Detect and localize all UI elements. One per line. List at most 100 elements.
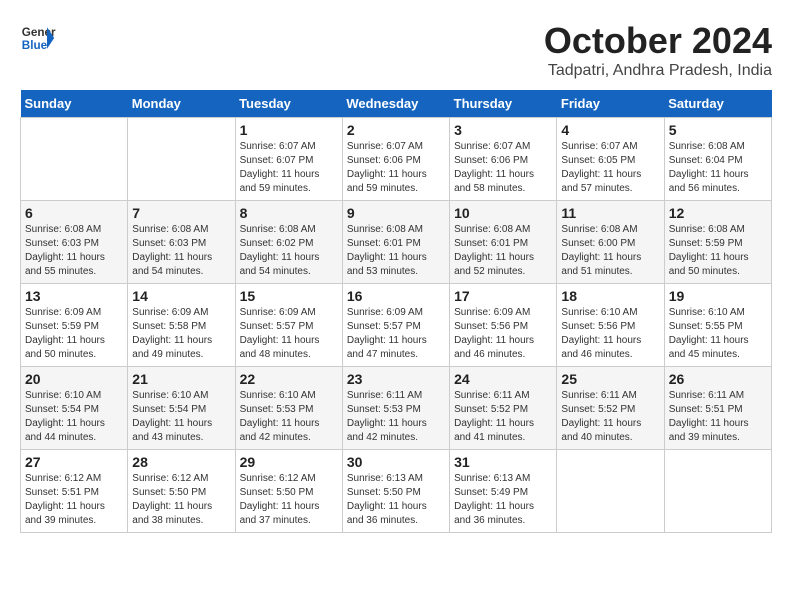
day-number: 15: [240, 288, 338, 304]
logo: General Blue: [20, 20, 56, 56]
calendar-day-cell: 16 Sunrise: 6:09 AM Sunset: 5:57 PM Dayli…: [342, 284, 449, 367]
day-info: Sunrise: 6:08 AM Sunset: 6:00 PM Dayligh…: [561, 223, 659, 279]
day-number: 13: [25, 288, 123, 304]
day-info: Sunrise: 6:08 AM Sunset: 6:01 PM Dayligh…: [347, 223, 445, 279]
calendar-day-cell: 31 Sunrise: 6:13 AM Sunset: 5:49 PM Dayli…: [450, 450, 557, 533]
calendar-day-cell: 29 Sunrise: 6:12 AM Sunset: 5:50 PM Dayli…: [235, 450, 342, 533]
calendar-day-cell: 22 Sunrise: 6:10 AM Sunset: 5:53 PM Dayli…: [235, 367, 342, 450]
day-info: Sunrise: 6:10 AM Sunset: 5:53 PM Dayligh…: [240, 389, 338, 445]
day-number: 8: [240, 205, 338, 221]
day-number: 22: [240, 371, 338, 387]
day-info: Sunrise: 6:13 AM Sunset: 5:50 PM Dayligh…: [347, 472, 445, 528]
day-number: 14: [132, 288, 230, 304]
day-number: 4: [561, 122, 659, 138]
calendar-day-cell: 21Sunrise: 6:10 AM Sunset: 5:54 PM Dayli…: [128, 367, 235, 450]
weekday-header: Saturday: [664, 90, 771, 118]
calendar-day-cell: 1 Sunrise: 6:07 AM Sunset: 6:07 PM Daylig…: [235, 118, 342, 201]
day-number: 25: [561, 371, 659, 387]
calendar-day-cell: 27Sunrise: 6:12 AM Sunset: 5:51 PM Dayli…: [21, 450, 128, 533]
calendar-day-cell: 2 Sunrise: 6:07 AM Sunset: 6:06 PM Daylig…: [342, 118, 449, 201]
day-info: Sunrise: 6:12 AM Sunset: 5:50 PM Dayligh…: [240, 472, 338, 528]
calendar-week-row: 1 Sunrise: 6:07 AM Sunset: 6:07 PM Daylig…: [21, 118, 772, 201]
day-info: Sunrise: 6:10 AM Sunset: 5:55 PM Dayligh…: [669, 306, 767, 362]
day-number: 30: [347, 454, 445, 470]
day-info: Sunrise: 6:11 AM Sunset: 5:52 PM Dayligh…: [454, 389, 552, 445]
svg-text:Blue: Blue: [22, 39, 48, 52]
day-info: Sunrise: 6:09 AM Sunset: 5:57 PM Dayligh…: [240, 306, 338, 362]
day-number: 19: [669, 288, 767, 304]
day-number: 29: [240, 454, 338, 470]
day-number: 12: [669, 205, 767, 221]
calendar-day-cell: 7 Sunrise: 6:08 AM Sunset: 6:03 PM Daylig…: [128, 201, 235, 284]
day-info: Sunrise: 6:11 AM Sunset: 5:51 PM Dayligh…: [669, 389, 767, 445]
calendar-header-row: SundayMondayTuesdayWednesdayThursdayFrid…: [21, 90, 772, 118]
day-info: Sunrise: 6:11 AM Sunset: 5:52 PM Dayligh…: [561, 389, 659, 445]
day-info: Sunrise: 6:10 AM Sunset: 5:54 PM Dayligh…: [25, 389, 123, 445]
day-info: Sunrise: 6:09 AM Sunset: 5:59 PM Dayligh…: [25, 306, 123, 362]
day-info: Sunrise: 6:13 AM Sunset: 5:49 PM Dayligh…: [454, 472, 552, 528]
weekday-header: Thursday: [450, 90, 557, 118]
calendar-week-row: 6 Sunrise: 6:08 AM Sunset: 6:03 PM Daylig…: [21, 201, 772, 284]
calendar-day-cell: 13 Sunrise: 6:09 AM Sunset: 5:59 PM Dayli…: [21, 284, 128, 367]
day-number: 9: [347, 205, 445, 221]
sub-title: Tadpatri, Andhra Pradesh, India: [544, 62, 772, 80]
day-info: Sunrise: 6:09 AM Sunset: 5:57 PM Dayligh…: [347, 306, 445, 362]
day-number: 7: [132, 205, 230, 221]
day-info: Sunrise: 6:08 AM Sunset: 6:03 PM Dayligh…: [25, 223, 123, 279]
day-number: 26: [669, 371, 767, 387]
calendar-day-cell: 10 Sunrise: 6:08 AM Sunset: 6:01 PM Dayli…: [450, 201, 557, 284]
main-title: October 2024: [544, 20, 772, 62]
day-number: 31: [454, 454, 552, 470]
calendar-day-cell: 14 Sunrise: 6:09 AM Sunset: 5:58 PM Dayli…: [128, 284, 235, 367]
day-number: 16: [347, 288, 445, 304]
day-info: Sunrise: 6:07 AM Sunset: 6:07 PM Dayligh…: [240, 140, 338, 196]
day-number: 17: [454, 288, 552, 304]
calendar-day-cell: 4 Sunrise: 6:07 AM Sunset: 6:05 PM Daylig…: [557, 118, 664, 201]
calendar-day-cell: [557, 450, 664, 533]
calendar-week-row: 13 Sunrise: 6:09 AM Sunset: 5:59 PM Dayli…: [21, 284, 772, 367]
calendar-day-cell: 23Sunrise: 6:11 AM Sunset: 5:53 PM Dayli…: [342, 367, 449, 450]
day-number: 3: [454, 122, 552, 138]
day-info: Sunrise: 6:07 AM Sunset: 6:05 PM Dayligh…: [561, 140, 659, 196]
calendar-table: SundayMondayTuesdayWednesdayThursdayFrid…: [20, 90, 772, 533]
calendar-day-cell: [21, 118, 128, 201]
calendar-day-cell: 3Sunrise: 6:07 AM Sunset: 6:06 PM Daylig…: [450, 118, 557, 201]
logo-icon: General Blue: [20, 20, 56, 56]
calendar-day-cell: 18 Sunrise: 6:10 AM Sunset: 5:56 PM Dayli…: [557, 284, 664, 367]
calendar-day-cell: 17Sunrise: 6:09 AM Sunset: 5:56 PM Dayli…: [450, 284, 557, 367]
day-number: 5: [669, 122, 767, 138]
day-number: 11: [561, 205, 659, 221]
calendar-day-cell: 30 Sunrise: 6:13 AM Sunset: 5:50 PM Dayli…: [342, 450, 449, 533]
weekday-header: Friday: [557, 90, 664, 118]
day-info: Sunrise: 6:09 AM Sunset: 5:58 PM Dayligh…: [132, 306, 230, 362]
calendar-day-cell: [664, 450, 771, 533]
day-info: Sunrise: 6:11 AM Sunset: 5:53 PM Dayligh…: [347, 389, 445, 445]
weekday-header: Monday: [128, 90, 235, 118]
day-info: Sunrise: 6:07 AM Sunset: 6:06 PM Dayligh…: [347, 140, 445, 196]
weekday-header: Wednesday: [342, 90, 449, 118]
calendar-week-row: 20Sunrise: 6:10 AM Sunset: 5:54 PM Dayli…: [21, 367, 772, 450]
day-number: 6: [25, 205, 123, 221]
calendar-day-cell: 11 Sunrise: 6:08 AM Sunset: 6:00 PM Dayli…: [557, 201, 664, 284]
calendar-day-cell: 12Sunrise: 6:08 AM Sunset: 5:59 PM Dayli…: [664, 201, 771, 284]
calendar-day-cell: 20Sunrise: 6:10 AM Sunset: 5:54 PM Dayli…: [21, 367, 128, 450]
day-info: Sunrise: 6:12 AM Sunset: 5:50 PM Dayligh…: [132, 472, 230, 528]
day-info: Sunrise: 6:08 AM Sunset: 6:01 PM Dayligh…: [454, 223, 552, 279]
day-number: 24: [454, 371, 552, 387]
calendar-week-row: 27Sunrise: 6:12 AM Sunset: 5:51 PM Dayli…: [21, 450, 772, 533]
day-info: Sunrise: 6:12 AM Sunset: 5:51 PM Dayligh…: [25, 472, 123, 528]
calendar-day-cell: 19 Sunrise: 6:10 AM Sunset: 5:55 PM Dayli…: [664, 284, 771, 367]
day-info: Sunrise: 6:08 AM Sunset: 6:02 PM Dayligh…: [240, 223, 338, 279]
calendar-day-cell: 28Sunrise: 6:12 AM Sunset: 5:50 PM Dayli…: [128, 450, 235, 533]
calendar-day-cell: 24 Sunrise: 6:11 AM Sunset: 5:52 PM Dayli…: [450, 367, 557, 450]
day-info: Sunrise: 6:10 AM Sunset: 5:56 PM Dayligh…: [561, 306, 659, 362]
day-number: 1: [240, 122, 338, 138]
calendar-day-cell: 15 Sunrise: 6:09 AM Sunset: 5:57 PM Dayli…: [235, 284, 342, 367]
calendar-day-cell: 8 Sunrise: 6:08 AM Sunset: 6:02 PM Daylig…: [235, 201, 342, 284]
day-info: Sunrise: 6:08 AM Sunset: 6:03 PM Dayligh…: [132, 223, 230, 279]
calendar-day-cell: 9 Sunrise: 6:08 AM Sunset: 6:01 PM Daylig…: [342, 201, 449, 284]
day-number: 2: [347, 122, 445, 138]
day-number: 10: [454, 205, 552, 221]
day-number: 18: [561, 288, 659, 304]
calendar-day-cell: 26 Sunrise: 6:11 AM Sunset: 5:51 PM Dayli…: [664, 367, 771, 450]
